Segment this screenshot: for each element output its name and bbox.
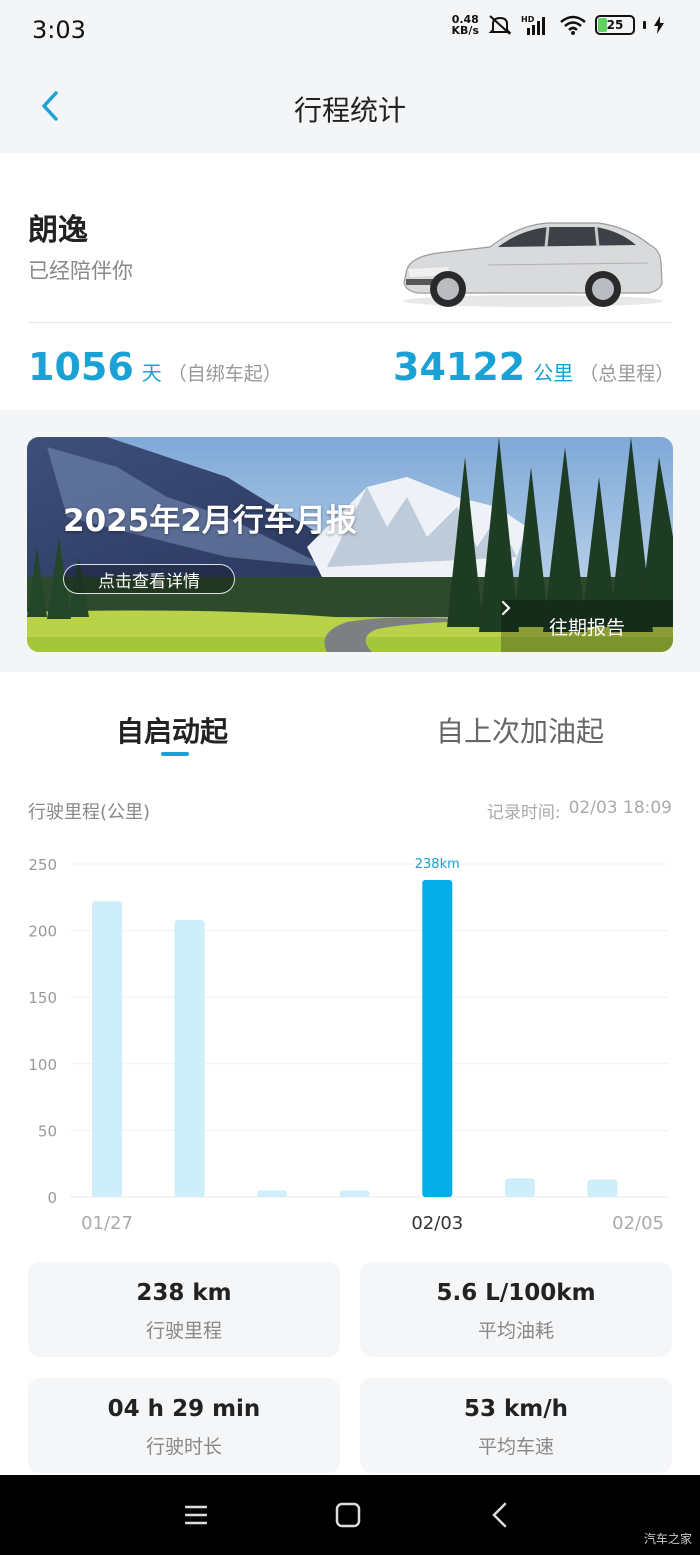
y-tick-label: 250: [28, 856, 57, 874]
distance-stat: 34122 公里 （总里程）: [393, 345, 674, 389]
y-tick-label: 50: [38, 1122, 57, 1140]
system-nav-bar: 汽车之家: [0, 1475, 700, 1555]
metric-label: 行驶里程: [145, 1320, 222, 1342]
bar: [92, 901, 122, 1197]
y-tick-label: 100: [28, 1056, 57, 1074]
days-unit: 天: [141, 361, 162, 385]
home-icon: [335, 1502, 361, 1528]
distance-value: 34122: [393, 345, 526, 389]
vehicle-subtitle: 已经陪伴你: [28, 259, 133, 283]
view-details-button[interactable]: 点击查看详情: [63, 564, 235, 594]
chart-label: 行驶里程(公里): [28, 802, 151, 823]
record-time-label: 记录时间:: [486, 803, 561, 823]
metric-card-fuel: 5.6 L/100km 平均油耗: [360, 1262, 672, 1357]
signal-icon: HD: [521, 15, 545, 35]
tab-since-refuel[interactable]: 自上次加油起: [436, 710, 604, 750]
back-icon: [492, 1502, 507, 1528]
stats-section: 自启动起 自上次加油起 行驶里程(公里) 记录时间: 02/03 18:09 0…: [0, 672, 700, 1475]
bar: [422, 879, 453, 1197]
x-tick-label: 02/03: [411, 1213, 463, 1234]
status-time: 3:03: [32, 16, 86, 44]
mileage-bar-chart: 0 50 100 150 200 250 01/27 238km 02/03 02/05: [28, 856, 668, 1234]
metric-value: 53 km/h: [463, 1396, 569, 1422]
metric-value: 5.6 L/100km: [436, 1280, 596, 1306]
metric-card-speed: 53 km/h 平均车速: [360, 1378, 672, 1473]
bar: [257, 1190, 288, 1197]
menu-icon: [185, 1505, 207, 1525]
svg-text:HD: HD: [521, 15, 535, 24]
status-bar: 3:03 0.48 KB/s HD 25: [0, 0, 700, 62]
distance-unit: 公里: [533, 361, 574, 385]
menu-button[interactable]: [176, 1495, 216, 1535]
y-tick-label: 200: [28, 923, 57, 941]
metric-value: 238 km: [136, 1280, 232, 1306]
chevron-right-icon: [501, 600, 511, 616]
metric-label: 平均油耗: [477, 1320, 554, 1342]
divider: [28, 322, 672, 323]
battery-icon: 25: [595, 15, 635, 35]
past-reports-label: 往期报告: [548, 616, 625, 639]
net-speed: 0.48 KB/s: [451, 13, 479, 37]
wifi-icon: [560, 15, 586, 35]
mute-icon: [488, 15, 512, 35]
home-button[interactable]: [328, 1495, 368, 1535]
battery-nub: [643, 21, 646, 29]
record-time-value: 02/03 18:09: [568, 798, 672, 818]
banner-title: 2025年2月行车月报: [63, 503, 357, 539]
past-reports-link[interactable]: 往期报告: [501, 600, 673, 652]
days-stat: 1056 天 （自绑车起）: [28, 345, 282, 389]
y-tick-label: 150: [28, 989, 57, 1007]
vehicle-name: 朗逸: [28, 213, 88, 248]
vehicle-card: 朗逸 已经陪伴你 1056 天 （自绑车起） 34122 公里 （总里程）: [0, 153, 700, 410]
metric-label: 平均车速: [477, 1436, 554, 1458]
status-icons: 0.48 KB/s HD 25: [452, 14, 664, 36]
y-tick-label: 0: [47, 1189, 57, 1207]
bar: [174, 919, 205, 1197]
days-value: 1056: [28, 345, 134, 389]
metric-value: 04 h 29 min: [107, 1396, 261, 1422]
monthly-report-banner[interactable]: 2025年2月行车月报 点击查看详情 往期报告: [27, 437, 673, 652]
metric-card-duration: 04 h 29 min 行驶时长: [28, 1378, 340, 1473]
nav-header: 行程统计: [0, 62, 700, 152]
bar: [504, 1178, 535, 1197]
x-tick-label: 01/27: [81, 1213, 133, 1234]
page-title: 行程统计: [293, 94, 406, 127]
charging-icon: [654, 16, 664, 34]
tab-since-start[interactable]: 自启动起: [116, 710, 228, 750]
metric-card-distance: 238 km 行驶里程: [28, 1262, 340, 1357]
system-back-button[interactable]: [480, 1495, 520, 1535]
battery-level-fill: [598, 18, 607, 32]
watermark: 汽车之家: [643, 1532, 692, 1546]
car-image: [403, 222, 663, 307]
metric-label: 行驶时长: [145, 1436, 222, 1458]
x-tick-label: 02/05: [612, 1213, 664, 1234]
bar: [587, 1179, 618, 1197]
record-time: 记录时间: 02/03 18:09: [487, 798, 672, 823]
bar-data-label: 238km: [415, 857, 460, 872]
distance-note: （总里程）: [579, 363, 675, 385]
tab-indicator: [161, 752, 189, 756]
bar: [339, 1190, 370, 1197]
days-note: （自绑车起）: [167, 363, 282, 385]
